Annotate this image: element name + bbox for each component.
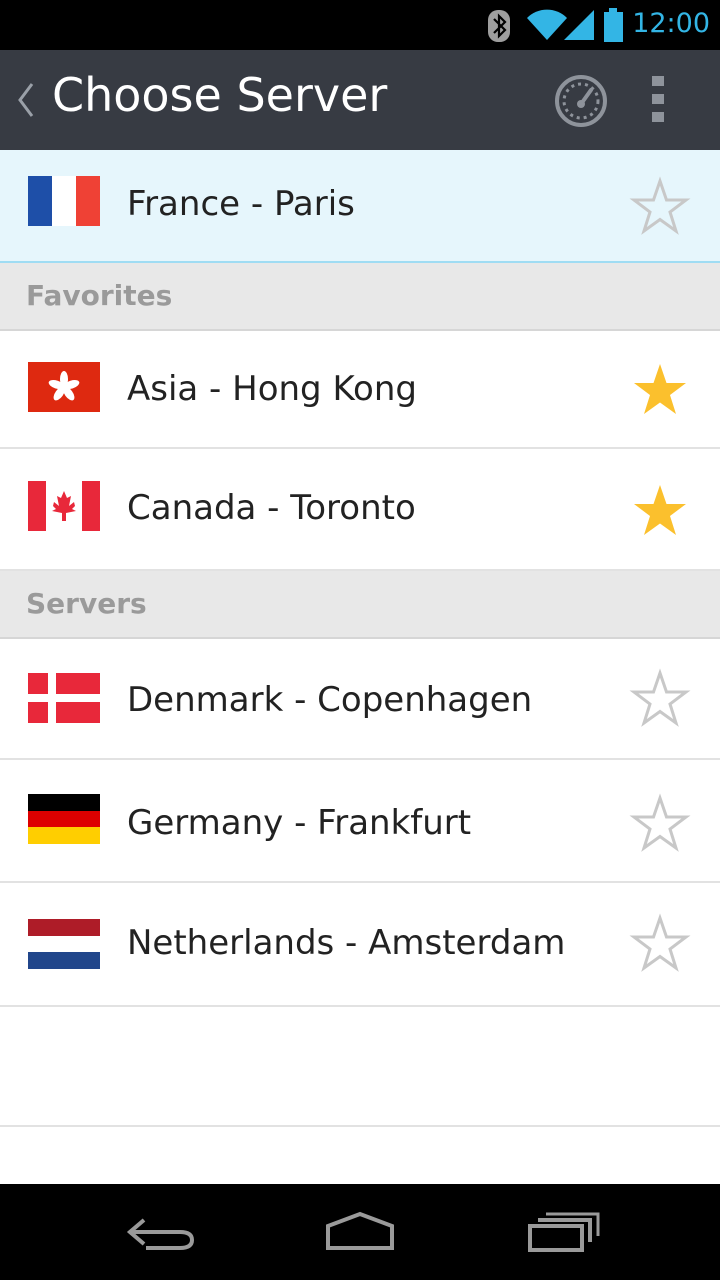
- denmark-flag-icon: [28, 673, 100, 723]
- status-time: 12:00: [632, 8, 710, 39]
- netherlands-flag-icon: [28, 919, 100, 969]
- list-item[interactable]: Netherlands - Amsterdam: [0, 883, 720, 1007]
- star-outline-icon[interactable]: [628, 793, 692, 857]
- hong-kong-flag-icon: [28, 362, 100, 412]
- canada-flag-icon: [28, 481, 100, 531]
- list-item[interactable]: Denmark - Copenhagen: [0, 639, 720, 760]
- server-label: Netherlands - Amsterdam: [127, 923, 566, 963]
- section-title: Servers: [26, 587, 147, 620]
- status-icons: [488, 8, 623, 42]
- star-filled-icon[interactable]: [628, 359, 692, 423]
- list-divider: [0, 1125, 720, 1127]
- section-header-favorites: Favorites: [0, 263, 720, 331]
- back-icon[interactable]: [122, 1208, 202, 1258]
- home-icon[interactable]: [320, 1208, 400, 1258]
- server-label: Denmark - Copenhagen: [127, 680, 533, 720]
- recent-apps-icon[interactable]: [524, 1208, 604, 1258]
- overflow-menu-icon[interactable]: [646, 74, 670, 124]
- france-flag-icon: [28, 176, 100, 226]
- server-label: Asia - Hong Kong: [127, 369, 417, 409]
- star-outline-icon[interactable]: [628, 176, 692, 240]
- server-label: Germany - Frankfurt: [127, 803, 472, 843]
- server-label: Canada - Toronto: [127, 488, 416, 528]
- signal-icon: [564, 10, 594, 40]
- star-filled-icon[interactable]: [628, 480, 692, 544]
- list-item[interactable]: Asia - Hong Kong: [0, 331, 720, 449]
- speedometer-icon[interactable]: [554, 74, 608, 128]
- section-title: Favorites: [26, 279, 173, 312]
- selected-server-row[interactable]: France - Paris: [0, 150, 720, 263]
- back-chevron-icon[interactable]: [14, 78, 36, 122]
- list-item[interactable]: Germany - Frankfurt: [0, 760, 720, 883]
- status-bar: 12:00: [0, 0, 720, 50]
- wifi-icon: [527, 9, 567, 41]
- server-label: France - Paris: [127, 184, 355, 224]
- list-item[interactable]: Canada - Toronto: [0, 449, 720, 571]
- page-title: Choose Server: [52, 68, 388, 122]
- system-nav-bar: [0, 1184, 720, 1280]
- action-bar: Choose Server: [0, 50, 720, 150]
- battery-icon: [604, 8, 623, 42]
- germany-flag-icon: [28, 794, 100, 844]
- star-outline-icon[interactable]: [628, 668, 692, 732]
- bluetooth-icon: [488, 10, 510, 42]
- star-outline-icon[interactable]: [628, 913, 692, 977]
- section-header-servers: Servers: [0, 571, 720, 639]
